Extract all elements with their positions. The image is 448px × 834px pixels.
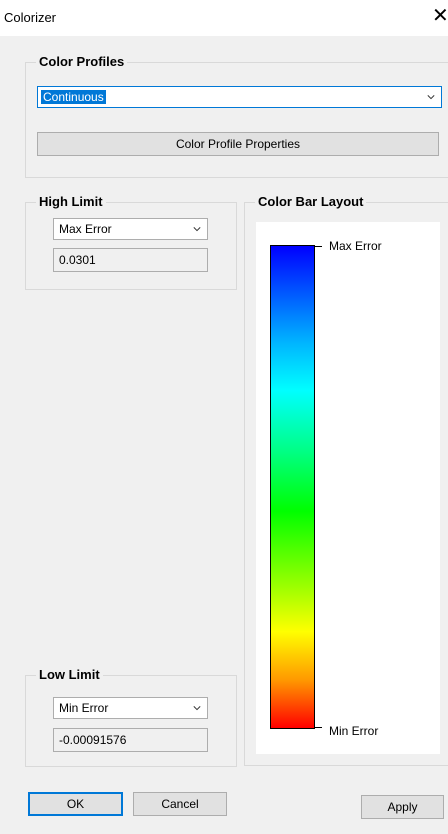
color-profiles-group: Color Profiles — [25, 54, 448, 178]
high-limit-group: High Limit — [25, 194, 237, 290]
low-limit-group: Low Limit — [25, 667, 237, 767]
apply-button[interactable]: Apply — [361, 795, 444, 819]
high-limit-value: 0.0301 — [59, 253, 96, 267]
ok-button[interactable]: OK — [28, 792, 123, 816]
low-limit-mode-select[interactable]: Min Error — [53, 697, 208, 719]
low-limit-mode-value: Min Error — [59, 701, 109, 715]
color-profile-select[interactable]: Continuous — [37, 86, 442, 108]
high-limit-legend: High Limit — [36, 194, 106, 209]
color-bar-panel: Max Error Min Error — [256, 222, 440, 754]
chevron-down-icon — [193, 227, 201, 232]
cancel-button[interactable]: Cancel — [133, 792, 227, 816]
chevron-down-icon — [427, 95, 435, 100]
low-limit-legend: Low Limit — [36, 667, 103, 682]
window-title: Colorizer — [4, 10, 57, 25]
color-profiles-legend: Color Profiles — [36, 54, 128, 69]
min-tick — [315, 727, 322, 728]
high-limit-mode-value: Max Error — [59, 222, 112, 236]
color-profile-value: Continuous — [41, 90, 106, 104]
color-bar — [270, 245, 315, 729]
high-limit-mode-select[interactable]: Max Error — [53, 218, 208, 240]
chevron-down-icon — [193, 706, 201, 711]
low-limit-value: -0.00091576 — [59, 733, 127, 747]
close-icon[interactable]: ✕ — [432, 6, 448, 26]
low-limit-value-field[interactable]: -0.00091576 — [53, 728, 208, 752]
min-error-label: Min Error — [329, 724, 379, 738]
title-bar: Colorizer ✕ — [0, 0, 448, 36]
color-bar-layout-legend: Color Bar Layout — [255, 194, 367, 209]
max-tick — [315, 246, 322, 247]
high-limit-value-field[interactable]: 0.0301 — [53, 248, 208, 272]
max-error-label: Max Error — [329, 239, 382, 253]
color-profile-properties-button[interactable]: Color Profile Properties — [37, 132, 439, 156]
